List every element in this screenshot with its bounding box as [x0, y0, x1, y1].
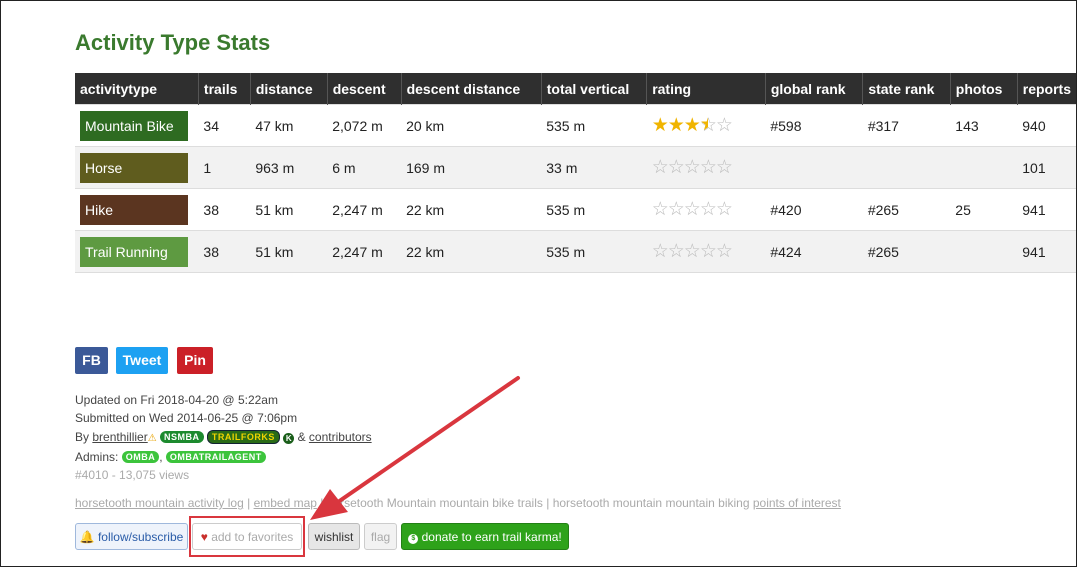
annotation-arrow — [310, 376, 520, 520]
